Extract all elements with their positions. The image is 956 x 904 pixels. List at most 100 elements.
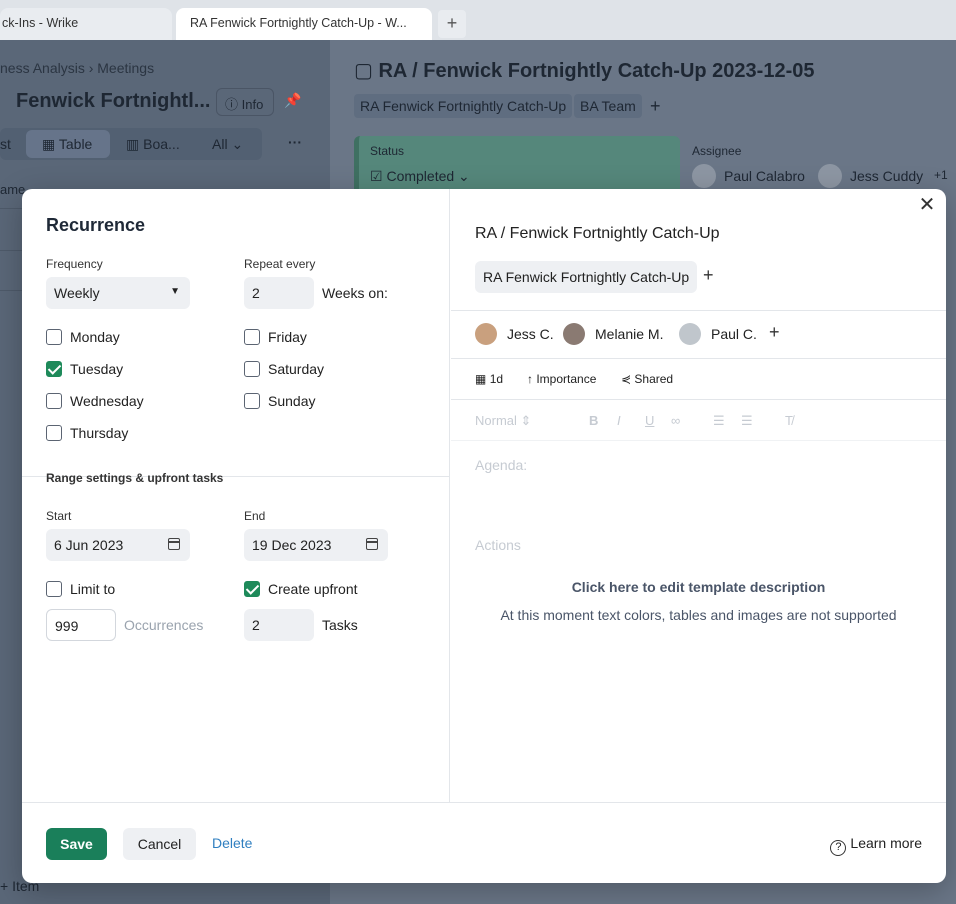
recurrence-dialog: ✕ Recurrence Frequency Weekly ▼ Repeat e… — [22, 189, 946, 883]
friday-checkbox[interactable] — [244, 329, 260, 345]
save-button[interactable]: Save — [46, 828, 107, 860]
browser-tabstrip: ck-Ins - Wrike RA Fenwick Fortnightly Ca… — [0, 0, 956, 40]
assignee-name[interactable]: Paul Calabro — [724, 168, 805, 184]
info-button[interactable]: ⓘ Info — [216, 88, 274, 116]
tag-chip[interactable]: RA Fenwick Fortnightly Catch-Up — [354, 94, 573, 118]
add-assignee-icon[interactable]: + — [769, 322, 780, 343]
duration-button[interactable]: ▦ 1d — [475, 372, 503, 386]
tuesday-checkbox[interactable] — [46, 361, 62, 377]
view-board-tab[interactable]: ▥ Boa... — [126, 136, 180, 153]
range-settings-title: Range settings & upfront tasks — [46, 471, 224, 485]
view-table-label: Table — [58, 136, 93, 152]
end-date-value: 19 Dec 2023 — [252, 537, 332, 553]
start-date-field[interactable]: 6 Jun 2023 — [46, 529, 190, 561]
learn-more-link[interactable]: ? Learn more — [830, 835, 922, 856]
chevron-down-icon: ▼ — [170, 286, 180, 297]
shared-label: Shared — [634, 372, 674, 386]
task-title: ▢ RA / Fenwick Fortnightly Catch-Up 2023… — [354, 60, 815, 82]
sunday-label: Sunday — [268, 393, 316, 409]
add-folder-icon[interactable]: + — [703, 265, 714, 286]
view-table-tab[interactable]: ▦ Table — [42, 136, 92, 153]
browser-tab-wrike[interactable]: ck-Ins - Wrike — [0, 8, 172, 40]
text-style-value: Normal — [475, 413, 517, 428]
start-date-value: 6 Jun 2023 — [54, 537, 124, 553]
browser-tab-active[interactable]: RA Fenwick Fortnightly Catch-Up - W... — [176, 8, 432, 40]
breadcrumb: ness Analysis › Meetings — [0, 60, 155, 76]
tab-label: RA Fenwick Fortnightly Catch-Up - W... — [190, 16, 407, 30]
arrow-up-icon: ↑ — [527, 372, 533, 386]
occurrences-label: Occurrences — [124, 617, 204, 633]
sunday-checkbox[interactable] — [244, 393, 260, 409]
plus-icon: + — [446, 13, 458, 33]
clear-format-icon[interactable]: T̸ — [785, 413, 793, 428]
assignee-name[interactable]: Jess Cuddy — [850, 168, 923, 184]
wednesday-checkbox[interactable] — [46, 393, 62, 409]
tuesday-label: Tuesday — [70, 361, 124, 377]
template-task-name[interactable]: RA / Fenwick Fortnightly Catch-Up — [475, 225, 720, 243]
new-tab-button[interactable]: + — [438, 10, 466, 38]
view-filter-all[interactable]: All ⌄ — [212, 136, 243, 153]
bold-icon[interactable]: B — [589, 413, 598, 428]
link-icon[interactable]: ∞ — [671, 413, 680, 428]
saturday-checkbox[interactable] — [244, 361, 260, 377]
end-label: End — [244, 509, 266, 523]
avatar — [679, 323, 701, 345]
unsupported-note: At this moment text colors, tables and i… — [500, 607, 897, 623]
assignee-name[interactable]: Paul C. — [711, 326, 757, 342]
repeat-every-input[interactable]: 2 — [244, 277, 314, 309]
upfront-tasks-input[interactable]: 2 — [244, 609, 314, 641]
bullet-list-icon[interactable]: ☰ — [741, 413, 753, 429]
occurrences-input[interactable]: 999 — [46, 609, 116, 641]
frequency-label: Frequency — [46, 257, 103, 271]
text-style-select[interactable]: Normal ⇕ — [475, 413, 531, 429]
end-date-field[interactable]: 19 Dec 2023 — [244, 529, 388, 561]
status-value-text: Completed — [386, 168, 455, 184]
monday-checkbox[interactable] — [46, 329, 62, 345]
agenda-placeholder[interactable]: Agenda: — [475, 457, 527, 473]
frequency-select[interactable]: Weekly ▼ — [46, 277, 190, 309]
saturday-label: Saturday — [268, 361, 325, 377]
help-icon: ? — [830, 840, 847, 856]
pin-icon[interactable]: 📌 — [284, 92, 301, 109]
importance-button[interactable]: ↑ Importance — [527, 372, 596, 386]
delete-button[interactable]: Delete — [212, 835, 252, 851]
add-tag-icon[interactable]: + — [650, 96, 661, 117]
assignee-name[interactable]: Jess C. — [507, 326, 554, 342]
divider — [451, 399, 946, 400]
edit-template-description-link[interactable]: Click here to edit template description — [451, 579, 946, 595]
recurrence-title: Recurrence — [46, 215, 146, 235]
actions-placeholder[interactable]: Actions — [475, 537, 521, 553]
view-list-tab[interactable]: st — [0, 136, 11, 152]
cancel-button[interactable]: Cancel — [123, 828, 196, 860]
folder-chip[interactable]: RA Fenwick Fortnightly Catch-Up — [475, 261, 698, 293]
divider — [451, 358, 946, 359]
shared-button[interactable]: ⋞ Shared — [621, 372, 673, 386]
create-upfront-checkbox[interactable] — [244, 581, 260, 597]
filter-all-label: All — [212, 136, 228, 152]
view-board-label: Boa... — [143, 136, 180, 152]
create-upfront-label: Create upfront — [268, 581, 358, 597]
friday-label: Friday — [268, 329, 307, 345]
numbered-list-icon[interactable]: ☰ — [713, 413, 725, 429]
avatar — [692, 164, 716, 188]
calendar-icon — [168, 538, 180, 550]
tag-chip[interactable]: BA Team — [574, 94, 642, 118]
assignee-name[interactable]: Melanie M. — [595, 326, 663, 342]
importance-label: Importance — [536, 372, 597, 386]
status-label: Status — [370, 144, 405, 158]
project-title: Fenwick Fortnightl... — [16, 90, 211, 112]
limit-to-label: Limit to — [70, 581, 116, 597]
duration-value: 1d — [489, 372, 504, 386]
italic-icon[interactable]: I — [617, 413, 621, 428]
frequency-value: Weekly — [54, 285, 100, 301]
start-label: Start — [46, 509, 72, 523]
calendar-icon — [366, 538, 378, 550]
thursday-checkbox[interactable] — [46, 425, 62, 441]
assignee-more-count[interactable]: +1 — [934, 168, 948, 182]
repeat-every-label: Repeat every — [244, 257, 316, 271]
underline-icon[interactable]: U — [645, 413, 654, 428]
limit-to-checkbox[interactable] — [46, 581, 62, 597]
assignee-label: Assignee — [692, 144, 742, 158]
status-value[interactable]: ☑ Completed ⌄ — [370, 168, 470, 185]
more-menu-button[interactable]: ··· — [288, 134, 302, 150]
